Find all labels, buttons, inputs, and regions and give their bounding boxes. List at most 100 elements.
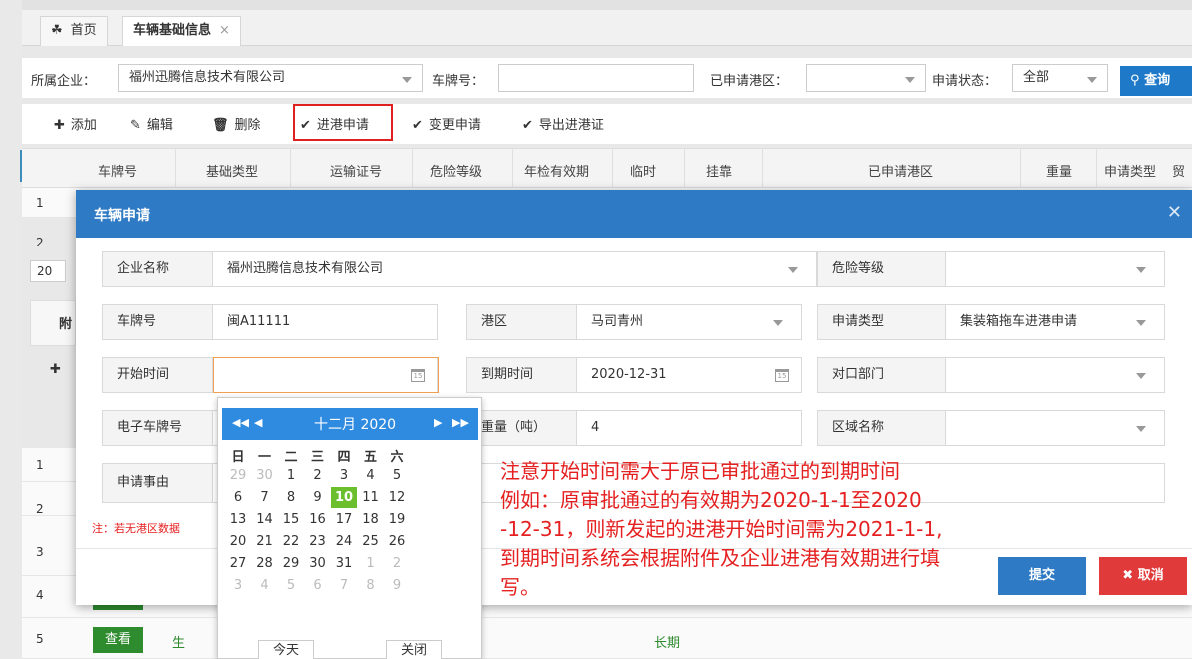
port-select[interactable]: 港区 马司青州 <box>466 304 802 340</box>
calendar-day[interactable]: 25 <box>358 531 384 552</box>
calendar-day[interactable]: 7 <box>331 575 357 596</box>
calendar-day[interactable]: 19 <box>384 509 410 530</box>
home-icon: ☘ <box>51 23 63 38</box>
company-filter-select[interactable]: 福州迅腾信息技术有限公司 <box>118 64 423 92</box>
change-apply-button[interactable]: ✔ 变更申请 <box>412 114 481 133</box>
dept-select[interactable]: 对口部门 <box>817 357 1165 393</box>
calendar-day[interactable]: 11 <box>358 487 384 508</box>
calendar-day[interactable]: 30 <box>305 553 331 574</box>
calendar-day[interactable]: 1 <box>278 465 304 486</box>
company-field[interactable]: 企业名称 福州迅腾信息技术有限公司 <box>102 251 817 287</box>
col-divider <box>1020 149 1021 189</box>
col-affiliated[interactable]: 挂靠 <box>706 161 732 180</box>
prev-month-icon[interactable]: ◀ <box>254 416 262 429</box>
calendar-day[interactable]: 4 <box>252 575 278 596</box>
calendar-day[interactable]: 28 <box>252 553 278 574</box>
plate-field[interactable]: 车牌号 闽A11111 <box>102 304 438 340</box>
calendar-day[interactable]: 9 <box>384 575 410 596</box>
row-number: 1 <box>36 458 44 472</box>
start-date-input[interactable] <box>213 357 439 393</box>
col-transport-no[interactable]: 运输证号 <box>330 161 382 180</box>
tab-vehicle-info[interactable]: 车辆基础信息 × <box>122 16 241 46</box>
calendar-day[interactable]: 2 <box>384 553 410 574</box>
col-temp[interactable]: 临时 <box>630 161 656 180</box>
calendar-day[interactable]: 27 <box>225 553 251 574</box>
today-button[interactable]: 今天 <box>258 640 314 659</box>
view-button[interactable]: 查看 <box>93 627 143 653</box>
calendar-day[interactable]: 5 <box>278 575 304 596</box>
calendar-day[interactable]: 14 <box>252 509 278 530</box>
add-button[interactable]: ✚ 添加 <box>54 114 97 133</box>
calendar-day[interactable]: 3 <box>331 465 357 486</box>
calendar-day[interactable]: 29 <box>278 553 304 574</box>
calendar-day[interactable]: 26 <box>384 531 410 552</box>
calendar-day[interactable]: 30 <box>252 465 278 486</box>
calendar-day[interactable]: 17 <box>331 509 357 530</box>
calendar-icon[interactable]: 15 <box>411 369 425 382</box>
col-applied-port[interactable]: 已申请港区 <box>868 161 933 180</box>
query-button[interactable]: ⚲ 查询 <box>1120 66 1192 96</box>
calendar-day[interactable]: 9 <box>305 487 331 508</box>
close-icon[interactable]: ✕ <box>1167 202 1182 223</box>
calendar-day[interactable]: 1 <box>358 553 384 574</box>
danger-level-select[interactable]: 危险等级 <box>817 251 1165 287</box>
calendar-day[interactable]: 12 <box>384 487 410 508</box>
calendar-day[interactable]: 18 <box>358 509 384 530</box>
col-weight[interactable]: 重量 <box>1046 161 1072 180</box>
start-date-field[interactable]: 开始时间 15 <box>102 357 439 393</box>
row-number: 1 <box>36 196 44 210</box>
col-divider <box>762 149 763 189</box>
calendar-day[interactable]: 20 <box>225 531 251 552</box>
region-select[interactable]: 区域名称 <box>817 410 1165 446</box>
cancel-button[interactable]: ✖ 取消 <box>1099 557 1187 595</box>
calendar-day[interactable]: 6 <box>225 487 251 508</box>
calendar-day[interactable]: 2 <box>305 465 331 486</box>
port-filter-select[interactable] <box>806 64 926 92</box>
attachment-tab[interactable]: 附 <box>30 300 76 346</box>
col-inspection[interactable]: 年检有效期 <box>524 161 589 180</box>
apply-type-select[interactable]: 申请类型 集装箱拖车进港申请 <box>817 304 1165 340</box>
tab-home[interactable]: ☘ 首页 <box>40 16 108 46</box>
status-filter-label: 申请状态： <box>932 74 998 89</box>
calendar-day[interactable]: 15 <box>278 509 304 530</box>
col-apply-type[interactable]: 申请类型 <box>1104 161 1156 180</box>
calendar-day[interactable]: 31 <box>331 553 357 574</box>
calendar-day[interactable]: 23 <box>305 531 331 552</box>
end-date-field[interactable]: 到期时间 2020-12-31 15 <box>466 357 802 393</box>
calendar-day[interactable]: 8 <box>358 575 384 596</box>
calendar-day[interactable]: 6 <box>305 575 331 596</box>
calendar-icon[interactable]: 15 <box>775 369 789 382</box>
calendar-day[interactable]: 24 <box>331 531 357 552</box>
edit-button[interactable]: ✎ 编辑 <box>130 114 173 133</box>
eplate-label: 电子车牌号 <box>103 411 213 445</box>
calendar-day[interactable]: 29 <box>225 465 251 486</box>
col-plate[interactable]: 车牌号 <box>98 161 137 180</box>
status-filter-select[interactable]: 全部 <box>1012 64 1108 92</box>
calendar-day[interactable]: 7 <box>252 487 278 508</box>
close-tab-icon[interactable]: × <box>219 23 230 38</box>
calendar-day[interactable]: 13 <box>225 509 251 530</box>
weight-field[interactable]: 重量（吨） 4 <box>466 410 802 446</box>
export-pass-button[interactable]: ✔ 导出进港证 <box>522 114 604 133</box>
date-picker-header: ◀◀ ◀ 十二月 2020 ▶ ▶▶ <box>222 408 478 440</box>
plus-icon[interactable]: ✚ <box>50 362 61 377</box>
col-danger[interactable]: 危险等级 <box>430 161 482 180</box>
calendar-day[interactable]: 21 <box>252 531 278 552</box>
calendar-day[interactable]: 4 <box>358 465 384 486</box>
calendar-day[interactable]: 8 <box>278 487 304 508</box>
page-size-select[interactable]: 20 <box>30 260 66 282</box>
next-month-icon[interactable]: ▶ <box>434 416 442 429</box>
month-title[interactable]: 十二月 2020 <box>314 414 396 434</box>
col-trade[interactable]: 贸 <box>1172 161 1185 180</box>
calendar-day[interactable]: 22 <box>278 531 304 552</box>
plate-filter-input[interactable] <box>498 64 694 92</box>
next-year-icon[interactable]: ▶▶ <box>452 416 469 429</box>
calendar-day[interactable]: 5 <box>384 465 410 486</box>
delete-button[interactable]: 🗑 删除 <box>212 114 261 133</box>
col-base-type[interactable]: 基础类型 <box>206 161 258 180</box>
close-calendar-button[interactable]: 关闭 <box>386 640 442 659</box>
prev-year-icon[interactable]: ◀◀ <box>232 416 249 429</box>
calendar-day[interactable]: 3 <box>225 575 251 596</box>
calendar-day[interactable]: 10 <box>331 487 357 508</box>
calendar-day[interactable]: 16 <box>305 509 331 530</box>
